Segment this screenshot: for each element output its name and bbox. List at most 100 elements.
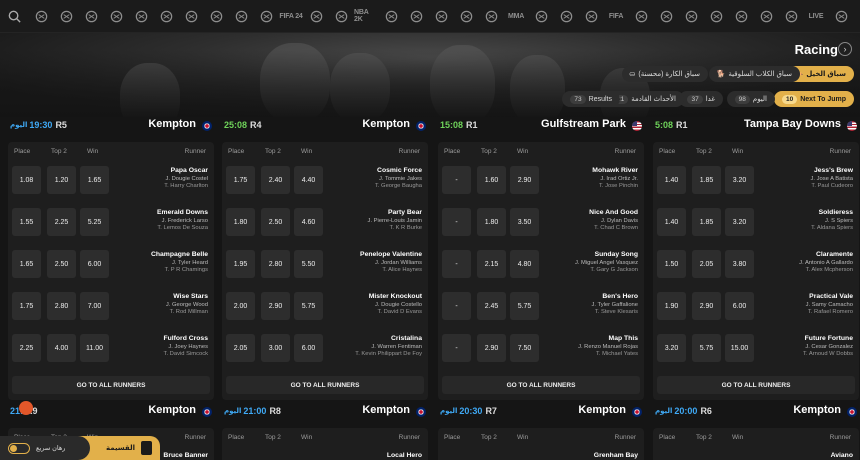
- odds-top2-button[interactable]: 1.80: [477, 208, 506, 236]
- copy-icon[interactable]: [754, 0, 778, 33]
- odds-top2-button[interactable]: 3.00: [261, 334, 290, 362]
- category-greyhound[interactable]: 🐕 سباق الكلاب السلوقية: [708, 66, 800, 82]
- odds-top2-button[interactable]: 2.90: [692, 292, 721, 320]
- odds-place-button[interactable]: 1.90: [657, 292, 686, 320]
- odds-win-button[interactable]: 7.00: [80, 292, 109, 320]
- cricket-icon[interactable]: [304, 0, 328, 33]
- runner-info[interactable]: Aviano: [771, 452, 853, 459]
- venue-name[interactable]: Gulfstream Park: [438, 118, 626, 130]
- runner-info[interactable]: Map This J. Renzo Manuel Rojas T. Michael …: [556, 335, 638, 357]
- runner-info[interactable]: Mohawk River J. Irad Ortiz Jr. T. Jose Pin…: [556, 167, 638, 189]
- odds-place-button[interactable]: 3.20: [657, 334, 686, 362]
- fifa-icon-2[interactable]: FIFA: [604, 0, 628, 33]
- basketball-icon[interactable]: [679, 0, 703, 33]
- filter-results[interactable]: 73 Results: [562, 91, 620, 107]
- odds-win-button[interactable]: 2.90: [510, 166, 539, 194]
- filter-today[interactable]: 98 اليوم: [726, 91, 775, 107]
- odds-top2-button[interactable]: 2.45: [477, 292, 506, 320]
- go-to-all-runners-button[interactable]: GO TO ALL RUNNERS: [226, 376, 424, 394]
- table-tennis-icon[interactable]: [254, 0, 278, 33]
- cycling-icon[interactable]: [79, 0, 103, 33]
- odds-place-button[interactable]: -: [442, 208, 471, 236]
- odds-win-button[interactable]: 4.60: [294, 208, 323, 236]
- american-football-icon[interactable]: [29, 0, 53, 33]
- odds-top2-button[interactable]: 2.25: [47, 208, 76, 236]
- runner-info[interactable]: Cosmic Force J. Tommie Jakes T. George Bau…: [340, 167, 422, 189]
- go-to-all-runners-button[interactable]: GO TO ALL RUNNERS: [657, 376, 855, 394]
- odds-top2-button[interactable]: 1.60: [477, 166, 506, 194]
- runner-info[interactable]: Mister Knockout J. Dougie Costello T. Davi…: [340, 293, 422, 315]
- runner-info[interactable]: Claramente J. Antonio A Gallardo T. Alex M…: [771, 251, 853, 273]
- odds-place-button[interactable]: 1.75: [226, 166, 255, 194]
- fifa-icon[interactable]: FIFA 24: [279, 0, 303, 33]
- odds-place-button[interactable]: -: [442, 166, 471, 194]
- live-icon[interactable]: LIVE: [804, 0, 828, 33]
- odds-top2-button[interactable]: 1.20: [47, 166, 76, 194]
- odds-top2-button[interactable]: 1.85: [692, 166, 721, 194]
- odds-place-button[interactable]: -: [442, 334, 471, 362]
- flag-icon[interactable]: [154, 0, 178, 33]
- venue-name[interactable]: Tampa Bay Downs: [653, 118, 841, 130]
- runner-info[interactable]: Local Hero: [340, 452, 422, 459]
- odds-top2-button[interactable]: 2.90: [261, 292, 290, 320]
- odds-win-button[interactable]: 5.75: [510, 292, 539, 320]
- odds-win-button[interactable]: 11.00: [80, 334, 109, 362]
- venue-name[interactable]: Kempton: [438, 404, 626, 416]
- quick-bet-toggle[interactable]: رهان سريع: [0, 436, 90, 460]
- odds-place-button[interactable]: 1.95: [226, 250, 255, 278]
- odds-place-button[interactable]: 1.75: [12, 292, 41, 320]
- search-icon[interactable]: [0, 0, 28, 33]
- odds-win-button[interactable]: 3.50: [510, 208, 539, 236]
- odds-win-button[interactable]: 1.65: [80, 166, 109, 194]
- tv-icon[interactable]: [779, 0, 803, 33]
- odds-win-button[interactable]: 7.50: [510, 334, 539, 362]
- odds-place-button[interactable]: 1.50: [657, 250, 686, 278]
- odds-place-button[interactable]: -: [442, 292, 471, 320]
- odds-top2-button[interactable]: 2.05: [692, 250, 721, 278]
- home-icon[interactable]: [829, 0, 853, 33]
- darts-icon[interactable]: [379, 0, 403, 33]
- runner-info[interactable]: Papa Oscar J. Dougie Costel T. Harry Charl…: [126, 167, 208, 189]
- odds-place-button[interactable]: 1.55: [12, 208, 41, 236]
- odds-top2-button[interactable]: 2.40: [261, 166, 290, 194]
- odds-win-button[interactable]: 4.40: [294, 166, 323, 194]
- runner-info[interactable]: Sunday Song J. Miguel Angel Vasquez T. Gar…: [556, 251, 638, 273]
- runner-info[interactable]: Grenham Bay: [556, 452, 638, 459]
- filter-tomorrow[interactable]: 37 غدا: [679, 91, 723, 107]
- odds-top2-button[interactable]: 2.80: [261, 250, 290, 278]
- chat-icon[interactable]: [654, 0, 678, 33]
- tennis-racket-icon[interactable]: [704, 0, 728, 33]
- odds-win-button[interactable]: 6.00: [294, 334, 323, 362]
- billiards-icon[interactable]: [479, 0, 503, 33]
- runner-info[interactable]: Party Bear J. Pierre-Louis Jamin T. K R Bu…: [340, 209, 422, 231]
- runner-info[interactable]: Future Fortune J. Cesar Gonzalez T. Arnoud…: [771, 335, 853, 357]
- toggle-switch[interactable]: [8, 442, 30, 454]
- runner-info[interactable]: Practical Vale J. Samy Camacho T. Rafael R…: [771, 293, 853, 315]
- venue-name[interactable]: Kempton: [8, 404, 196, 416]
- runner-info[interactable]: Champagne Belle J. Tyler Heard T. P R Cham…: [126, 251, 208, 273]
- rugby-icon[interactable]: [179, 0, 203, 33]
- soccer-icon[interactable]: [729, 0, 753, 33]
- runner-info[interactable]: Wise Stars J. George Wood T. Rod Millman: [126, 293, 208, 315]
- mma-icon[interactable]: MMA: [504, 0, 528, 33]
- chat-bubble-icon[interactable]: [19, 401, 33, 415]
- baseball-bat-icon[interactable]: [329, 0, 353, 33]
- venue-name[interactable]: Kempton: [653, 404, 841, 416]
- odds-top2-button[interactable]: 2.50: [47, 250, 76, 278]
- motorsport-icon[interactable]: [629, 0, 653, 33]
- venue-name[interactable]: Kempton: [8, 118, 196, 130]
- runner-info[interactable]: Emerald Downs J. Frederick Larso T. Lemos …: [126, 209, 208, 231]
- odds-place-button[interactable]: 2.05: [226, 334, 255, 362]
- venue-name[interactable]: Kempton: [222, 118, 410, 130]
- odds-place-button[interactable]: 1.80: [226, 208, 255, 236]
- runner-info[interactable]: Fulford Cross J. Joey Haynes T. David Simc…: [126, 335, 208, 357]
- odds-place-button[interactable]: -: [442, 250, 471, 278]
- nba-icon[interactable]: NBA 2K: [354, 0, 378, 33]
- volleyball-icon[interactable]: [429, 0, 453, 33]
- tennis-icon[interactable]: [404, 0, 428, 33]
- odds-place-button[interactable]: 1.40: [657, 208, 686, 236]
- odds-place-button[interactable]: 1.40: [657, 166, 686, 194]
- category-harness[interactable]: ⛀ سباق الكارة (محسنة): [621, 66, 708, 82]
- runner-info[interactable]: Nice And Good J. Dylan Davis T. Chad C Bro…: [556, 209, 638, 231]
- odds-win-button[interactable]: 6.00: [725, 292, 754, 320]
